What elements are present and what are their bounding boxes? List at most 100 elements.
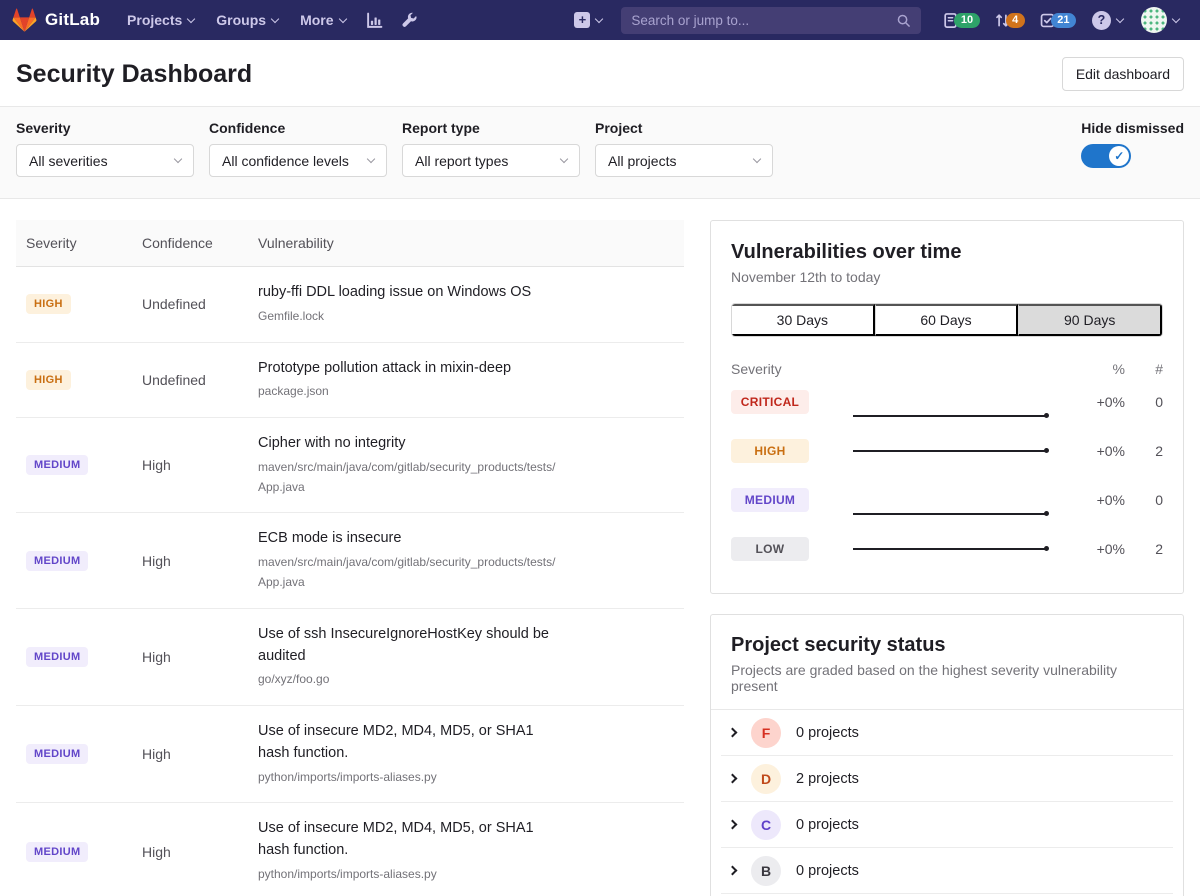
issues-button[interactable]: 10 [935,8,986,33]
chart-subtitle: November 12th to today [731,269,1163,285]
vulnerability-row[interactable]: MEDIUM High Cipher with no integrity mav… [16,418,684,513]
chart-col-percent: % [1073,361,1125,377]
vulnerability-title[interactable]: ruby-ffi DDL loading issue on Windows OS [258,282,558,304]
gitlab-home-link[interactable]: GitLab [12,8,100,33]
nav-item-groups[interactable]: Groups [205,6,289,34]
chevron-right-icon [728,866,738,876]
vulnerability-title[interactable]: ECB mode is insecure [258,528,558,550]
chevron-down-icon [1116,14,1124,22]
filter-label: Severity [16,120,194,136]
search-input[interactable] [631,13,896,28]
edit-dashboard-button[interactable]: Edit dashboard [1062,57,1184,91]
grade-badge: B [751,856,781,886]
vulnerability-path: python/imports/imports-aliases.py [258,768,558,788]
nav-item-projects[interactable]: Projects [116,6,205,34]
main-content: SeverityConfidenceVulnerability HIGH Und… [0,199,1200,896]
user-menu-button[interactable] [1132,1,1188,39]
grade-badge: C [751,810,781,840]
vulnerability-list: SeverityConfidenceVulnerability HIGH Und… [16,220,684,896]
filter-dropdown[interactable]: All projects [595,144,773,177]
vulnerability-title[interactable]: Use of ssh InsecureIgnoreHostKey should … [258,624,558,668]
counter-badge: 4 [1006,13,1025,28]
trend-sparkline [853,548,1047,550]
todos-button[interactable]: 21 [1032,8,1083,33]
range-button-90-days[interactable]: 90 Days [1018,304,1162,336]
help-menu-button[interactable]: ? [1083,5,1132,36]
table-header: SeverityConfidenceVulnerability [16,220,684,267]
vulnerability-title[interactable]: Use of insecure MD2, MD4, MD5, or SHA1 h… [258,818,558,862]
counter-badge: 10 [954,13,979,28]
hide-dismissed-group: Hide dismissed ✓ [1081,120,1184,168]
chevron-down-icon [753,155,761,163]
plus-icon: + [574,12,590,28]
grade-project-count: 0 projects [796,725,859,741]
vulnerability-title[interactable]: Cipher with no integrity [258,433,558,455]
filter-label: Project [595,120,773,136]
nav-item-more[interactable]: More [289,6,356,34]
severity-badge: MEDIUM [26,842,88,862]
vulnerability-path: package.json [258,382,558,402]
check-icon: ✓ [1109,146,1129,166]
severity-badge: HIGH [26,294,71,314]
status-header: Project security status Projects are gra… [711,615,1183,710]
change-percent: +0% [1073,541,1125,557]
vulnerability-row[interactable]: MEDIUM High Use of ssh InsecureIgnoreHos… [16,609,684,706]
status-subtitle: Projects are graded based on the highest… [731,662,1163,694]
charts-icon[interactable] [357,6,392,35]
grade-badge: F [751,718,781,748]
chevron-down-icon [560,155,568,163]
severity-badge: MEDIUM [26,551,88,571]
day-range-segmented-control: 30 Days60 Days90 Days [731,303,1163,337]
change-percent: +0% [1073,394,1125,410]
vulnerability-row[interactable]: HIGH Undefined ruby-ffi DDL loading issu… [16,267,684,343]
admin-wrench-icon[interactable] [392,6,427,35]
vulnerability-row[interactable]: HIGH Undefined Prototype pollution attac… [16,343,684,419]
brand-name: GitLab [45,10,100,30]
severity-badge: MEDIUM [26,455,88,475]
vulnerability-row[interactable]: MEDIUM High ECB mode is insecure maven/s… [16,513,684,608]
nav-counters: 10 4 21 [935,8,1083,33]
filter-dropdown[interactable]: All confidence levels [209,144,387,177]
range-button-30-days[interactable]: 30 Days [732,304,875,336]
filter-dropdown[interactable]: All severities [16,144,194,177]
vulnerability-row[interactable]: MEDIUM High Use of insecure MD2, MD4, MD… [16,803,684,896]
filter-selected-value: All projects [608,153,676,169]
chart-severity-row: MEDIUM +0% 0 [731,475,1163,524]
vulnerability-title[interactable]: Prototype pollution attack in mixin-deep [258,358,558,380]
nav-item-label: More [300,12,333,28]
severity-badge: MEDIUM [26,647,88,667]
grade-badge: D [751,764,781,794]
severity-badge: LOW [731,537,809,561]
chart-rows: CRITICAL +0% 0 HIGH +0% 2 MEDIUM +0% 0 L… [731,377,1163,573]
trend-sparkline [853,513,1047,515]
nav-item-label: Groups [216,12,266,28]
confidence-value: High [142,844,258,860]
chevron-down-icon [1172,14,1180,22]
new-menu-button[interactable]: + [565,6,611,34]
chart-columns-header: Severity % # [731,361,1163,377]
chevron-down-icon [187,14,195,22]
change-percent: +0% [1073,443,1125,459]
chevron-down-icon [595,14,603,22]
grade-row-b[interactable]: B 0 projects [721,848,1173,894]
vulnerability-count: 2 [1137,443,1163,459]
page-header: Security Dashboard Edit dashboard [0,40,1200,106]
grade-row-c[interactable]: C 0 projects [721,802,1173,848]
hide-dismissed-toggle[interactable]: ✓ [1081,144,1131,168]
trend-sparkline [853,415,1047,417]
grade-row-f[interactable]: F 0 projects [721,710,1173,756]
vulnerability-row[interactable]: MEDIUM High Use of insecure MD2, MD4, MD… [16,706,684,803]
filter-severity: Severity All severities [16,120,194,177]
vulnerability-title[interactable]: Use of insecure MD2, MD4, MD5, or SHA1 h… [258,721,558,765]
vulnerability-path: python/imports/imports-aliases.py [258,865,558,885]
merge-requests-button[interactable]: 4 [987,8,1032,33]
filter-fields: Severity All severities Confidence All c… [16,120,773,177]
filter-label: Report type [402,120,580,136]
range-button-60-days[interactable]: 60 Days [875,304,1019,336]
vulnerabilities-over-time-card: Vulnerabilities over time November 12th … [710,220,1184,594]
grade-project-count: 0 projects [796,817,859,833]
filter-dropdown[interactable]: All report types [402,144,580,177]
grade-row-d[interactable]: D 2 projects [721,756,1173,802]
project-security-status-card: Project security status Projects are gra… [710,614,1184,896]
vulnerability-path: Gemfile.lock [258,307,558,327]
